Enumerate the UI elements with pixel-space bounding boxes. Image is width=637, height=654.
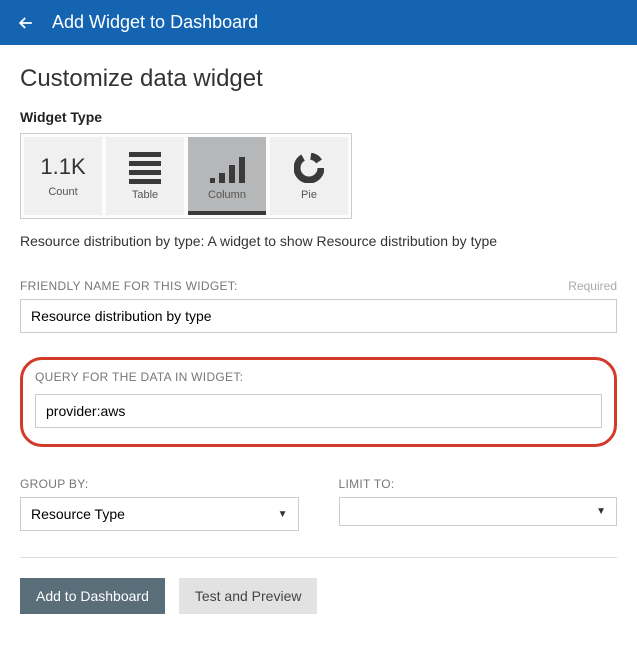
- group-by-field: GROUP BY: Resource Type ▼: [20, 477, 299, 531]
- group-by-value: Resource Type: [31, 506, 125, 522]
- query-label: QUERY FOR THE DATA IN WIDGET:: [35, 370, 602, 384]
- widget-type-label-text: Column: [208, 189, 246, 201]
- limit-to-label: LIMIT TO:: [339, 477, 618, 491]
- column-chart-icon: [210, 151, 245, 185]
- table-icon: [129, 151, 161, 185]
- query-field-highlight: QUERY FOR THE DATA IN WIDGET:: [20, 357, 617, 447]
- group-by-label: GROUP BY:: [20, 477, 299, 491]
- action-bar: Add to Dashboard Test and Preview: [0, 558, 637, 634]
- pie-chart-icon: [294, 151, 324, 185]
- widget-type-label-text: Table: [132, 189, 158, 201]
- widget-type-selector: 1.1K Count Table Column Pie: [20, 133, 352, 219]
- chevron-down-icon: ▼: [596, 506, 606, 517]
- test-and-preview-button[interactable]: Test and Preview: [179, 578, 318, 614]
- back-arrow-icon[interactable]: [16, 13, 36, 33]
- page-header: Add Widget to Dashboard: [0, 0, 637, 45]
- widget-type-count[interactable]: 1.1K Count: [24, 137, 102, 215]
- friendly-name-label: FRIENDLY NAME FOR THIS WIDGET:: [20, 279, 238, 293]
- widget-type-label-text: Count: [48, 186, 77, 198]
- add-to-dashboard-button[interactable]: Add to Dashboard: [20, 578, 165, 614]
- friendly-name-field: FRIENDLY NAME FOR THIS WIDGET: Required: [20, 279, 617, 333]
- limit-to-select[interactable]: ▼: [339, 497, 618, 526]
- page-title: Customize data widget: [20, 65, 617, 93]
- count-value-icon: 1.1K: [40, 154, 85, 180]
- widget-type-pie[interactable]: Pie: [270, 137, 348, 215]
- limit-to-field: LIMIT TO: ▼: [339, 477, 618, 531]
- query-input[interactable]: [35, 394, 602, 428]
- widget-description: Resource distribution by type: A widget …: [20, 233, 617, 249]
- group-by-select[interactable]: Resource Type ▼: [20, 497, 299, 531]
- header-title: Add Widget to Dashboard: [52, 12, 258, 33]
- widget-type-column[interactable]: Column: [188, 137, 266, 215]
- required-indicator: Required: [568, 279, 617, 293]
- content-area: Customize data widget Widget Type 1.1K C…: [0, 45, 637, 558]
- widget-type-label: Widget Type: [20, 109, 617, 125]
- widget-type-table[interactable]: Table: [106, 137, 184, 215]
- chevron-down-icon: ▼: [278, 509, 288, 520]
- widget-type-label-text: Pie: [301, 189, 317, 201]
- friendly-name-input[interactable]: [20, 299, 617, 333]
